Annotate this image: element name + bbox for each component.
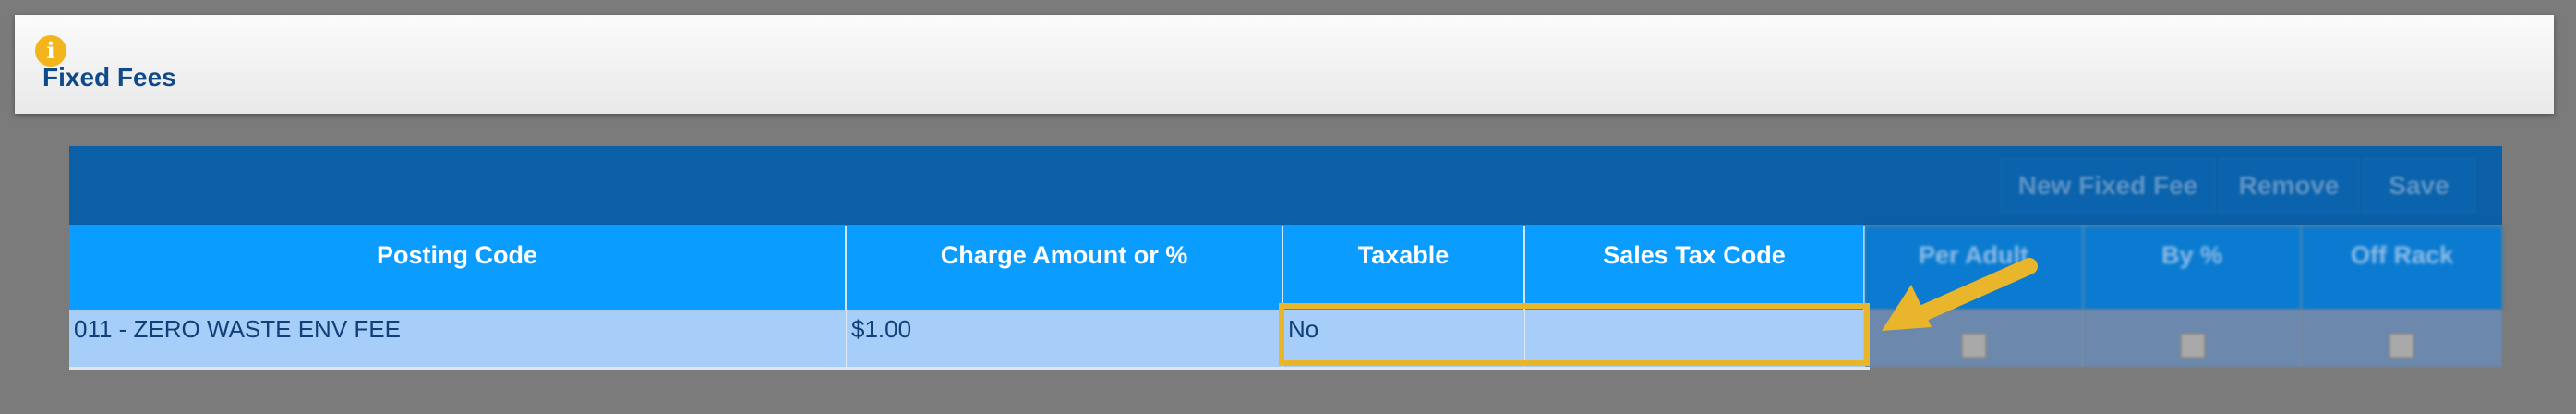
column-header-taxable[interactable]: Taxable [1283,226,1525,310]
new-fixed-fee-button[interactable]: New Fixed Fee [2001,158,2215,213]
pointer-arrow-icon [1882,258,2038,331]
cell-charge-amount[interactable]: $1.00 [847,310,1283,367]
page-title: Fixed Fees [42,63,176,91]
column-header-off-rack[interactable]: Off Rack [2302,226,2502,310]
row-divider [69,367,1870,370]
column-header-by-percent[interactable]: By % [2084,226,2302,310]
table-toolbar: New Fixed Fee Remove Save [69,146,2502,225]
off-rack-checkbox[interactable] [2389,333,2414,359]
table-header-row: Posting Code Charge Amount or % Taxable … [69,226,2502,310]
header-panel: i Fixed Fees [15,15,2554,114]
cell-off-rack [2302,310,2502,367]
highlight-box [1279,303,1870,366]
remove-button[interactable]: Remove [2219,158,2359,213]
column-header-charge[interactable]: Charge Amount or % [847,226,1283,310]
column-header-sales-tax-code[interactable]: Sales Tax Code [1525,226,1865,310]
by-percent-checkbox[interactable] [2180,333,2206,359]
column-header-posting-code[interactable]: Posting Code [69,226,847,310]
save-button[interactable]: Save [2363,158,2475,213]
cell-posting-code[interactable]: 011 - ZERO WASTE ENV FEE [69,310,847,367]
cell-by-percent [2084,310,2302,367]
info-icon: i [35,35,66,67]
